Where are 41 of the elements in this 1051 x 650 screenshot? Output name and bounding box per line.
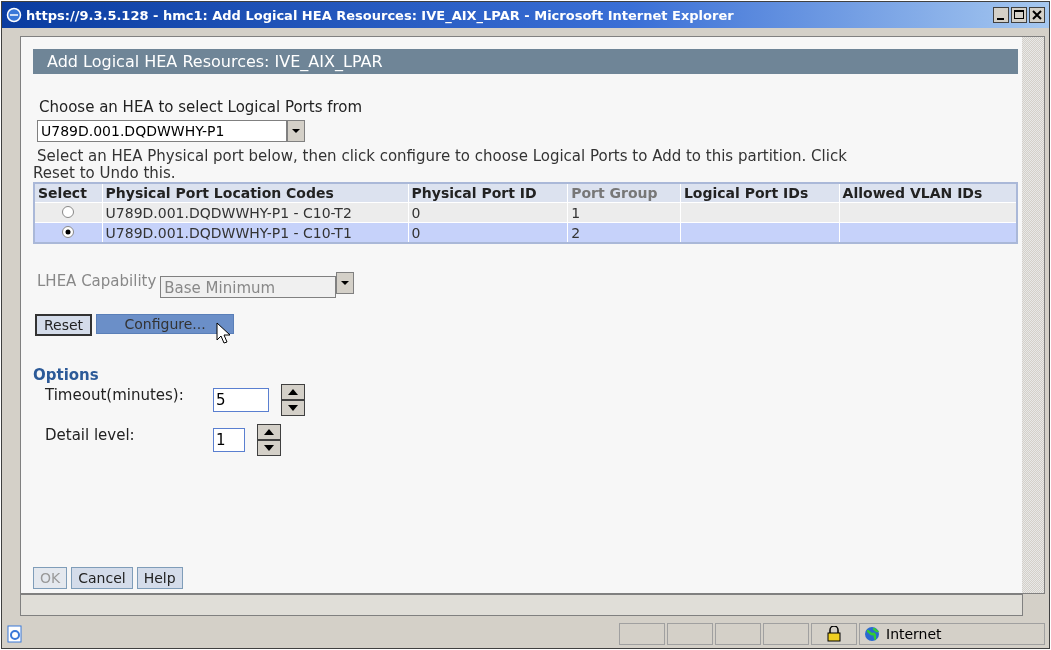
globe-icon (864, 626, 880, 642)
close-button[interactable] (1029, 7, 1045, 23)
maximize-button[interactable] (1011, 7, 1027, 23)
detail-level-field[interactable]: 1 (213, 428, 245, 452)
vertical-scrollbar[interactable] (1022, 37, 1044, 593)
status-pane (715, 623, 761, 645)
lock-icon (827, 626, 841, 642)
hea-prompt: Choose an HEA to select Logical Ports from (39, 98, 363, 116)
page-title: Add Logical HEA Resources: IVE_AIX_LPAR (33, 49, 1018, 74)
column-header: Physical Port ID (408, 183, 568, 203)
cancel-button[interactable]: Cancel (71, 567, 133, 589)
column-header: Logical Port IDs (680, 183, 840, 203)
horizontal-scrollbar[interactable] (20, 594, 1023, 616)
table-cell: U789D.001.DQDWWHY-P1 - C10-T1 (102, 222, 409, 243)
timeout-field[interactable]: 5 (213, 388, 269, 412)
zone-label: Internet (886, 626, 942, 642)
column-header: Physical Port Location Codes (102, 183, 409, 203)
column-header: Port Group (567, 183, 681, 203)
capability-select: Base Minimum (160, 276, 337, 298)
field-label: LHEA Capability (37, 272, 158, 290)
column-header: Select (34, 183, 103, 203)
status-pane (667, 623, 713, 645)
configure-button[interactable]: Configure... (96, 314, 235, 334)
spinner-icon[interactable] (281, 384, 305, 416)
reset-button[interactable]: Reset (35, 314, 93, 336)
field-label: Detail level: (45, 425, 136, 444)
status-pane (619, 623, 665, 645)
page-icon (6, 625, 24, 643)
column-header: Allowed VLAN IDs (839, 183, 1017, 203)
mouse-pointer-icon (216, 322, 231, 344)
field-label: Timeout(minutes): (45, 385, 185, 404)
instructions-text: Select an HEA Physical port below, then click configure to choose Logical Ports to Add to this partition. Click Reset to Undo this. (33, 148, 848, 182)
radio-button[interactable] (62, 205, 75, 218)
window-title: https://9.3.5.128 - hmc1: Add Logical HEA Resources: IVE_AIX_LPAR - Microsoft Internet Explorer (26, 7, 735, 23)
help-button[interactable]: Help (136, 567, 183, 589)
status-pane (763, 623, 809, 645)
minimize-button[interactable] (993, 7, 1009, 23)
hea-select[interactable]: U789D.001.DQDWWHY-P1 (37, 120, 287, 142)
radio-button[interactable] (62, 225, 75, 238)
spinner-icon[interactable] (257, 424, 281, 456)
options-heading: Options (33, 366, 99, 384)
